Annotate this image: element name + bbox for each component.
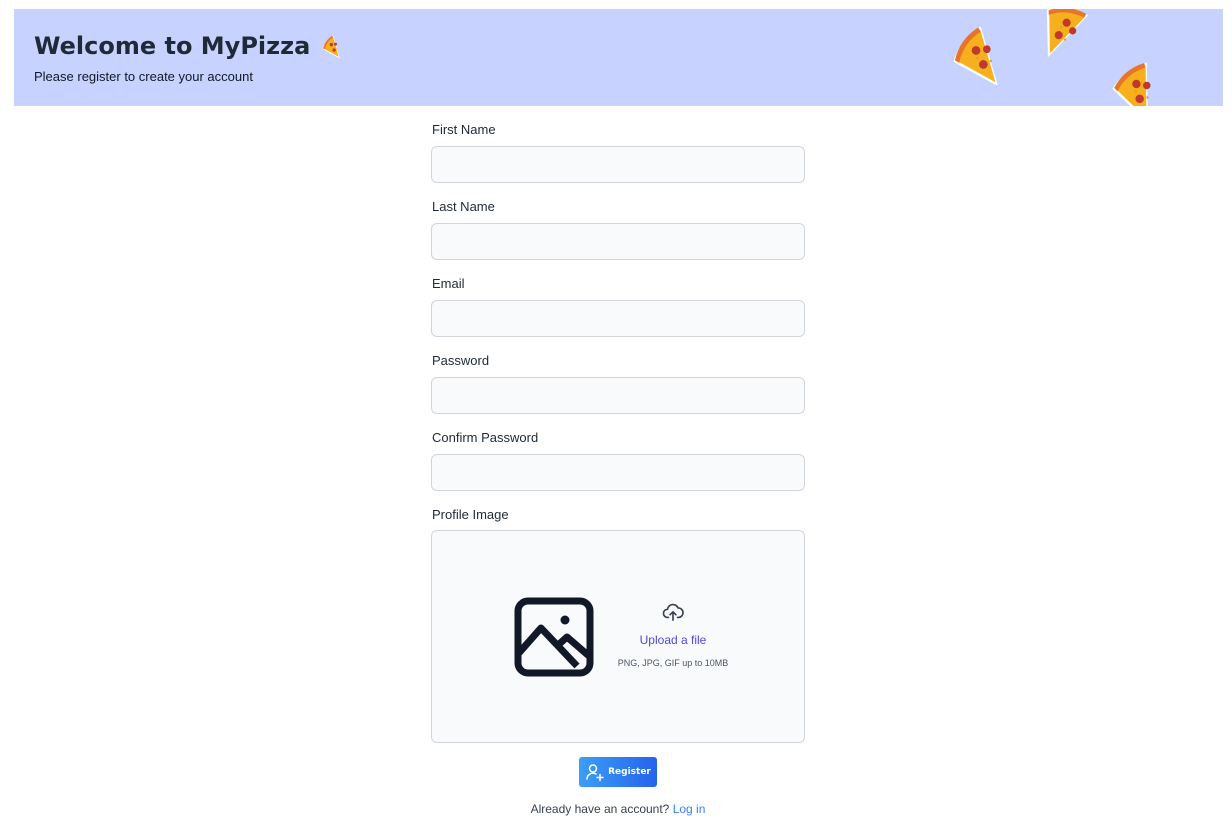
pizza-slice-icon xyxy=(1039,9,1095,58)
page-title: Welcome to MyPizza xyxy=(34,32,347,60)
login-prompt-text: Already have an account? xyxy=(530,802,670,816)
upload-hint: PNG, JPG, GIF up to 10MB xyxy=(617,658,729,668)
register-button-label: Register xyxy=(608,767,651,777)
login-prompt: Already have an account? Log in xyxy=(431,802,805,816)
cloud-upload-icon xyxy=(662,603,684,621)
pizza-slice-icon xyxy=(321,33,347,59)
register-button[interactable]: Register xyxy=(579,757,657,787)
page-subtitle: Please register to create your account xyxy=(34,69,253,84)
image-icon xyxy=(514,597,594,677)
password-label: Password xyxy=(432,353,490,368)
login-link[interactable]: Log in xyxy=(673,802,706,816)
user-plus-icon xyxy=(586,764,604,782)
last-name-label: Last Name xyxy=(432,199,495,214)
page-title-text: Welcome to MyPizza xyxy=(34,32,311,60)
page-header: Welcome to MyPizza Please register to cr… xyxy=(14,9,1223,106)
email-field[interactable] xyxy=(431,300,805,337)
pizza-slice-icon xyxy=(952,23,1014,85)
confirm-password-label: Confirm Password xyxy=(432,430,539,445)
email-label: Email xyxy=(432,276,465,291)
profile-image-label: Profile Image xyxy=(432,507,509,522)
confirm-password-field[interactable] xyxy=(431,454,805,491)
first-name-field[interactable] xyxy=(431,146,805,183)
profile-image-dropzone[interactable]: Upload a file PNG, JPG, GIF up to 10MB xyxy=(431,530,805,743)
first-name-label: First Name xyxy=(432,122,496,137)
pizza-slice-icon xyxy=(1112,59,1172,106)
upload-file-link[interactable]: Upload a file xyxy=(602,633,744,647)
last-name-field[interactable] xyxy=(431,223,805,260)
password-field[interactable] xyxy=(431,377,805,414)
